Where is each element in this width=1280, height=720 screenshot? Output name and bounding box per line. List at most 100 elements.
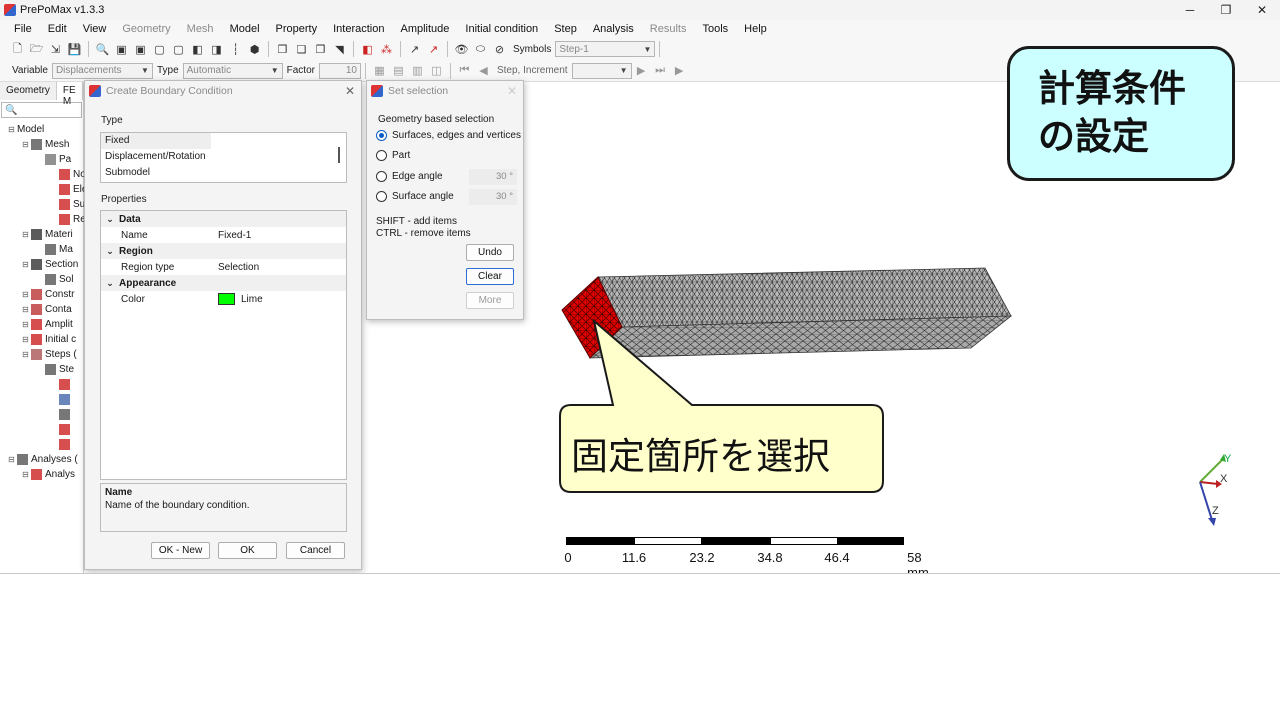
type-list[interactable]: Fixed Displacement/Rotation Submodel <box>100 132 347 183</box>
close-button[interactable]: ✕ <box>1244 0 1280 20</box>
dialog-title-bar[interactable]: Create Boundary Condition <box>85 81 361 101</box>
menu-results[interactable]: Results <box>642 20 695 38</box>
region-type-field[interactable]: Selection <box>218 262 346 273</box>
cancel-button[interactable]: Cancel <box>286 542 345 559</box>
tree-item[interactable] <box>50 422 73 437</box>
edges-icon[interactable]: ❐ <box>313 42 328 57</box>
tab-geometry[interactable]: Geometry <box>0 82 57 100</box>
tree-item[interactable] <box>50 437 73 452</box>
category-data[interactable]: ⌄ Data <box>101 211 346 227</box>
tree-item[interactable]: ⊟ Conta <box>22 302 72 317</box>
tree-item[interactable]: ⊟ Section <box>22 257 78 272</box>
type-item-displacement-rotation[interactable]: Displacement/Rotation <box>101 149 346 165</box>
tree-item[interactable]: Ele <box>50 182 87 197</box>
expand-icon[interactable]: ⊟ <box>22 350 31 359</box>
expand-icon[interactable]: ⊟ <box>22 470 31 479</box>
tree-item[interactable]: ⊟ Mesh <box>22 137 69 152</box>
property-row-region-type[interactable]: Region type Selection <box>101 259 346 275</box>
minimize-button[interactable]: ─ <box>1172 0 1208 20</box>
tree-item[interactable]: ⊟ Amplit <box>22 317 73 332</box>
undo-button[interactable]: Undo <box>466 244 514 261</box>
radio-button[interactable] <box>376 150 387 161</box>
type-item-submodel[interactable]: Submodel <box>101 165 346 181</box>
menu-help[interactable]: Help <box>736 20 775 38</box>
tree-item[interactable]: ⊟ Constr <box>22 287 74 302</box>
menu-initial-condition[interactable]: Initial condition <box>457 20 546 38</box>
type-select[interactable]: Automatic ▼ <box>182 62 283 79</box>
save-icon[interactable]: 💾 <box>67 42 82 57</box>
menu-tools[interactable]: Tools <box>694 20 736 38</box>
variable-select[interactable]: Displacements ▼ <box>51 62 153 79</box>
maximize-button[interactable]: ❐ <box>1208 0 1244 20</box>
previous-increment-icon[interactable]: ◀ <box>476 63 491 78</box>
radio-button[interactable] <box>376 191 387 202</box>
show-all-icon[interactable]: ⊘ <box>492 42 507 57</box>
surface-angle-input[interactable]: 30 ° <box>469 189 517 205</box>
radio-surfaces-edges-vertices[interactable]: Surfaces, edges and vertices <box>376 130 521 141</box>
tab-fe-model[interactable]: FE M <box>56 82 83 107</box>
edge-angle-input[interactable]: 30 ° <box>469 169 517 185</box>
tree-item[interactable]: ⊟ Initial c <box>22 332 76 347</box>
expand-icon[interactable]: ⊟ <box>8 125 17 134</box>
view-front-icon[interactable]: ▣ <box>114 42 129 57</box>
result-list-icon[interactable]: ▤ <box>391 63 406 78</box>
menu-model[interactable]: Model <box>222 20 268 38</box>
type-list-scrollbar[interactable] <box>338 147 340 163</box>
play-icon[interactable]: ▶ <box>672 63 687 78</box>
tree-item[interactable] <box>50 392 73 407</box>
result-grid-icon[interactable]: ▥ <box>410 63 425 78</box>
menu-analysis[interactable]: Analysis <box>585 20 642 38</box>
tree-item[interactable] <box>50 407 73 422</box>
more-button[interactable]: More <box>466 292 514 309</box>
view-top-icon[interactable]: ▢ <box>152 42 167 57</box>
menu-step[interactable]: Step <box>546 20 585 38</box>
tree-item[interactable]: Sol <box>36 272 73 287</box>
expand-icon[interactable]: ⊟ <box>22 335 31 344</box>
tree-item[interactable]: Re <box>50 212 86 227</box>
tree-item[interactable] <box>50 377 73 392</box>
expand-icon[interactable]: ⊟ <box>22 260 31 269</box>
menu-property[interactable]: Property <box>268 20 326 38</box>
expand-icon[interactable]: ⊟ <box>22 290 31 299</box>
category-region[interactable]: ⌄ Region <box>101 243 346 259</box>
new-file-icon[interactable]: 🗋 <box>10 42 25 57</box>
radio-surface-angle[interactable]: Surface angle <box>376 191 454 202</box>
menu-edit[interactable]: Edit <box>40 20 75 38</box>
tree-item[interactable]: ⊟ Model <box>8 122 44 137</box>
tree-item[interactable]: ⊟ Materi <box>22 227 73 242</box>
radio-button[interactable] <box>376 171 387 182</box>
section-view-icon[interactable]: ◧ <box>360 42 375 57</box>
factor-input[interactable]: 10 <box>318 62 361 79</box>
clear-button[interactable]: Clear <box>466 268 514 285</box>
expand-icon[interactable]: ⊟ <box>8 455 17 464</box>
tree-item[interactable]: Ste <box>36 362 74 377</box>
tree-item[interactable]: ⊟ Analys <box>22 467 75 482</box>
close-icon[interactable]: ✕ <box>345 84 355 98</box>
symbols-select[interactable]: Step-1 ▼ <box>555 41 656 57</box>
view-left-icon[interactable]: ◧ <box>190 42 205 57</box>
expand-icon[interactable]: ⊟ <box>22 140 31 149</box>
tree-item[interactable]: Pa <box>36 152 71 167</box>
open-file-icon[interactable]: 🗁 <box>29 42 44 57</box>
view-right-icon[interactable]: ◨ <box>209 42 224 57</box>
close-icon[interactable]: ✕ <box>507 84 517 98</box>
tree-item[interactable]: ⊟ Analyses ( <box>8 452 78 467</box>
menu-interaction[interactable]: Interaction <box>325 20 392 38</box>
hide-icon[interactable]: ⬭ <box>473 42 488 57</box>
tree-item[interactable]: ⊟ Steps ( <box>22 347 77 362</box>
next-increment-icon[interactable]: ▶ <box>634 63 649 78</box>
property-row-color[interactable]: Color Lime <box>101 291 346 307</box>
shaded-icon[interactable]: ❒ <box>275 42 290 57</box>
color-field[interactable]: Lime <box>218 293 346 305</box>
menu-geometry[interactable]: Geometry <box>114 20 178 38</box>
name-field[interactable]: Fixed-1 <box>218 230 346 241</box>
ok-new-button[interactable]: OK - New <box>151 542 210 559</box>
section-cut-icon[interactable]: ◥ <box>332 42 347 57</box>
wireframe-icon[interactable]: ❏ <box>294 42 309 57</box>
radio-edge-angle[interactable]: Edge angle <box>376 171 443 182</box>
menu-file[interactable]: File <box>6 20 40 38</box>
expand-icon[interactable]: ⊟ <box>22 305 31 314</box>
show-eye-icon[interactable]: 👁 <box>454 42 469 57</box>
expand-icon[interactable]: ⊟ <box>22 320 31 329</box>
menu-amplitude[interactable]: Amplitude <box>392 20 457 38</box>
